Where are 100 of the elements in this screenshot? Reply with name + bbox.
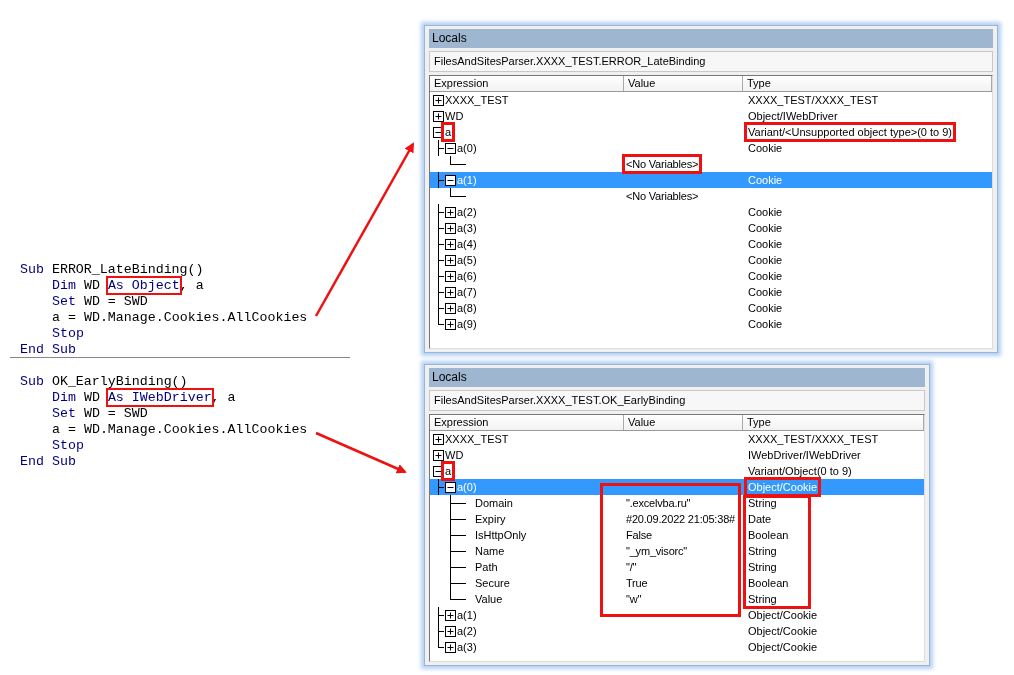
tree-row[interactable]: a(2) Object/Cookie xyxy=(430,623,924,639)
plus-icon[interactable] xyxy=(444,609,456,621)
panel-title: Locals xyxy=(429,29,993,48)
column-header[interactable]: Type xyxy=(743,415,924,430)
variable-type: Cookie xyxy=(747,205,784,219)
tree-row[interactable]: XXXX_TEST XXXX_TEST/XXXX_TEST xyxy=(430,92,992,108)
tree-row[interactable]: IsHttpOnly False Boolean xyxy=(430,527,924,543)
plus-icon[interactable] xyxy=(432,110,444,122)
tree-row[interactable]: a Variant/<Unsupported object type>(0 to 9) xyxy=(430,124,992,140)
column-header[interactable]: Expression xyxy=(430,76,624,91)
variable-name: WD xyxy=(444,448,465,462)
column-header[interactable]: Value xyxy=(624,76,743,91)
variable-type: Variant/<Unsupported object type>(0 to 9) xyxy=(747,125,954,139)
column-header[interactable]: Expression xyxy=(430,415,624,430)
variable-name: a(2) xyxy=(456,205,478,219)
variable-value: <No Variables> xyxy=(625,157,700,171)
plus-icon[interactable] xyxy=(444,206,456,218)
tree-row[interactable]: a(7) Cookie xyxy=(430,284,992,300)
tree-row[interactable]: a Variant/Object(0 to 9) xyxy=(430,463,924,479)
code-line: a = WD.Manage.Cookies.AllCookies xyxy=(52,422,308,438)
plus-icon[interactable] xyxy=(432,449,444,461)
variable-type: Cookie xyxy=(747,237,784,251)
variable-name: Domain xyxy=(474,496,514,510)
minus-icon[interactable] xyxy=(444,142,456,154)
tree-row[interactable]: Value "w" String xyxy=(430,591,924,607)
plus-icon[interactable] xyxy=(444,222,456,234)
variable-type: Cookie xyxy=(747,253,784,267)
tree-row[interactable]: Expiry #20.09.2022 21:05:38# Date xyxy=(430,511,924,527)
variable-name: Name xyxy=(474,544,506,558)
variable-name: Expiry xyxy=(474,512,507,526)
tree-row[interactable]: a(3) Object/Cookie xyxy=(430,639,924,655)
code-line: a = WD.Manage.Cookies.AllCookies xyxy=(52,310,308,326)
tree-row[interactable]: WD Object/IWebDriver xyxy=(430,108,992,124)
variable-name: XXXX_TEST xyxy=(444,432,510,446)
variable-type: Cookie xyxy=(747,301,784,315)
code-line: Set WD = SWD xyxy=(52,294,148,310)
tree-row[interactable]: a(6) Cookie xyxy=(430,268,992,284)
plus-icon[interactable] xyxy=(432,433,444,445)
minus-icon[interactable] xyxy=(444,174,456,186)
context-field: FilesAndSitesParser.XXXX_TEST.OK_EarlyBinding xyxy=(429,390,925,411)
variable-value: "/" xyxy=(625,560,638,574)
plus-icon[interactable] xyxy=(444,270,456,282)
variable-type: String xyxy=(747,544,778,558)
panel-title: Locals xyxy=(429,368,925,387)
tree-row[interactable]: a(8) Cookie xyxy=(430,300,992,316)
plus-icon[interactable] xyxy=(432,94,444,106)
variable-type: Object/Cookie xyxy=(747,480,819,494)
plus-icon[interactable] xyxy=(444,286,456,298)
tree-row[interactable]: Domain ".excelvba.ru" String xyxy=(430,495,924,511)
tree-row[interactable]: <No Variables> xyxy=(430,188,992,204)
variable-type: Object/IWebDriver xyxy=(747,109,839,123)
plus-icon[interactable] xyxy=(444,318,456,330)
variable-name: a(4) xyxy=(456,237,478,251)
tree-row[interactable]: a(9) Cookie xyxy=(430,316,992,332)
code-line: Sub OK_EarlyBinding() xyxy=(20,374,188,390)
code-line: Stop xyxy=(52,438,84,454)
variable-type: String xyxy=(747,496,778,510)
variable-name: a(9) xyxy=(456,317,478,331)
plus-icon[interactable] xyxy=(444,254,456,266)
variable-type: Object/Cookie xyxy=(747,608,819,622)
plus-icon[interactable] xyxy=(444,302,456,314)
tree-row[interactable]: Secure True Boolean xyxy=(430,575,924,591)
minus-icon[interactable] xyxy=(432,465,444,477)
tree-row[interactable]: WD IWebDriver/IWebDriver xyxy=(430,447,924,463)
variable-value: #20.09.2022 21:05:38# xyxy=(625,512,736,526)
plus-icon[interactable] xyxy=(444,238,456,250)
variable-name: a xyxy=(444,464,453,478)
variable-value: "_ym_visorc" xyxy=(625,544,689,558)
variable-type: Cookie xyxy=(747,285,784,299)
variable-type: IWebDriver/IWebDriver xyxy=(747,448,862,462)
tree-row[interactable]: Path "/" String xyxy=(430,559,924,575)
minus-icon[interactable] xyxy=(432,126,444,138)
tree-row[interactable]: a(0) Cookie xyxy=(430,140,992,156)
variable-name: a(6) xyxy=(456,269,478,283)
tree-row[interactable]: <No Variables> xyxy=(430,156,992,172)
tree-row[interactable]: a(4) Cookie xyxy=(430,236,992,252)
variable-name: a(3) xyxy=(456,640,478,654)
context-field: FilesAndSitesParser.XXXX_TEST.ERROR_LateBinding xyxy=(429,51,993,72)
tree-row[interactable]: Name "_ym_visorc" String xyxy=(430,543,924,559)
plus-icon[interactable] xyxy=(444,641,456,653)
tree-row[interactable]: a(1) Object/Cookie xyxy=(430,607,924,623)
variable-name: a(3) xyxy=(456,221,478,235)
variable-type: Variant/Object(0 to 9) xyxy=(747,464,853,478)
variable-name: WD xyxy=(444,109,465,123)
tree-row[interactable]: a(3) Cookie xyxy=(430,220,992,236)
code-line: End Sub xyxy=(20,342,76,358)
code-line: Dim WD As Object, a xyxy=(52,278,204,294)
variable-value: ".excelvba.ru" xyxy=(625,496,692,510)
column-header[interactable]: Value xyxy=(624,415,743,430)
tree-row[interactable]: a(5) Cookie xyxy=(430,252,992,268)
tree-row[interactable]: XXXX_TEST XXXX_TEST/XXXX_TEST xyxy=(430,431,924,447)
minus-icon[interactable] xyxy=(444,481,456,493)
variable-name: XXXX_TEST xyxy=(444,93,510,107)
variable-value: True xyxy=(625,576,649,590)
tree-row[interactable]: a(2) Cookie xyxy=(430,204,992,220)
plus-icon[interactable] xyxy=(444,625,456,637)
variable-name: a(5) xyxy=(456,253,478,267)
variable-type: Cookie xyxy=(747,221,784,235)
column-header[interactable]: Type xyxy=(743,76,992,91)
variable-type: String xyxy=(747,560,778,574)
